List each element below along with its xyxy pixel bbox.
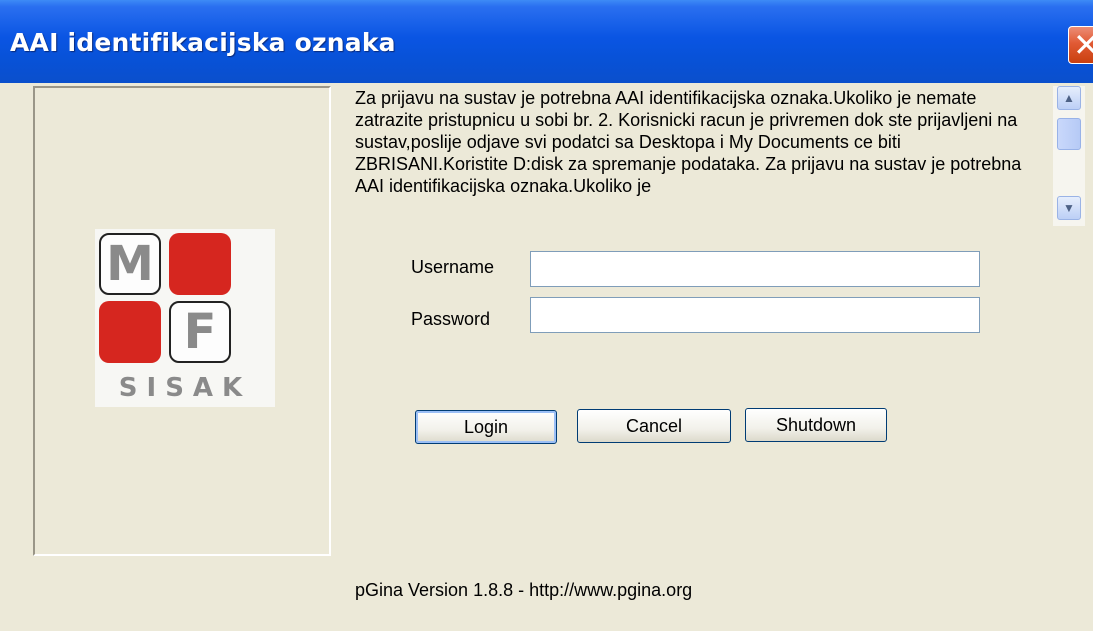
notice-text: Za prijavu na sustav je potrebna AAI ide… [355, 88, 1022, 196]
chevron-up-icon: ▲ [1063, 91, 1075, 105]
password-input[interactable] [530, 297, 980, 333]
scroll-thumb[interactable] [1057, 118, 1081, 150]
logo-letter-m: M [106, 236, 154, 292]
logo-word: SISAK [118, 373, 252, 403]
shutdown-button[interactable]: Shutdown [745, 408, 887, 442]
username-label: Username [411, 257, 495, 277]
window-title: AAI identifikacijska oznaka [10, 28, 396, 57]
logo-square-m: M [99, 233, 161, 295]
scroll-down-button[interactable]: ▼ [1057, 196, 1081, 220]
close-icon: ✕ [1073, 27, 1093, 63]
login-button[interactable]: Login [415, 410, 557, 444]
chevron-down-icon: ▼ [1063, 201, 1075, 215]
scroll-up-button[interactable]: ▲ [1057, 86, 1081, 110]
mf-sisak-logo: M F SISAK [95, 229, 275, 407]
title-bar: AAI identifikacijska oznaka ✕ [0, 0, 1093, 83]
username-input[interactable] [530, 251, 980, 287]
logo-square-f: F [169, 301, 231, 363]
password-label: Password [411, 309, 491, 329]
logo-square-red-top [169, 233, 231, 295]
notice-scrollbar[interactable]: ▲ ▼ [1053, 86, 1085, 226]
logo-letter-f: F [183, 304, 217, 360]
logo-square-red-bottom [99, 301, 161, 363]
close-button[interactable]: ✕ [1068, 26, 1093, 64]
version-footer: pGina Version 1.8.8 - http://www.pgina.o… [355, 580, 693, 600]
cancel-button[interactable]: Cancel [577, 409, 731, 443]
